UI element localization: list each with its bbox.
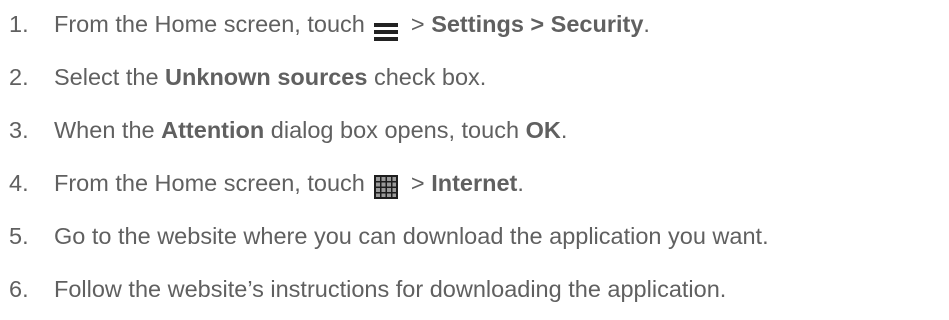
step-number: 3. xyxy=(9,117,29,143)
step-bold-text: Internet xyxy=(431,170,518,196)
step-1: 1. From the Home screen, touch > Settings… xyxy=(9,4,650,44)
step-text-separator: > xyxy=(404,170,432,196)
step-bold-text-2: OK xyxy=(525,117,561,143)
step-text: Follow the website’s instructions for do… xyxy=(54,276,727,302)
step-text-end: . xyxy=(517,170,524,196)
step-3: 3. When the Attention dialog box opens, t… xyxy=(9,110,567,150)
apps-grid-icon xyxy=(374,171,399,199)
step-text: Go to the website where you can download… xyxy=(54,223,769,249)
step-text: From the Home screen, touch xyxy=(54,170,372,196)
step-number: 4. xyxy=(9,170,29,196)
step-text: From the Home screen, touch xyxy=(54,11,372,37)
step-text-end: . xyxy=(560,117,568,143)
step-6: 6. Follow the website’s instructions for … xyxy=(9,269,726,309)
step-text: When the xyxy=(54,117,162,143)
step-5: 5. Go to the website where you can downlo… xyxy=(9,216,769,256)
step-number: 2. xyxy=(9,64,29,90)
step-text-after: check box. xyxy=(367,64,487,90)
step-bold-text: Attention xyxy=(161,117,265,143)
step-text-end: . xyxy=(643,11,650,37)
step-text-separator: > xyxy=(404,11,432,37)
step-bold-text: Settings > Security xyxy=(431,11,644,37)
step-number: 6. xyxy=(9,276,29,302)
menu-icon xyxy=(374,14,399,41)
step-2: 2. Select the Unknown sources check box. xyxy=(9,57,486,97)
step-bold-text: Unknown sources xyxy=(165,64,368,90)
step-text: Select the xyxy=(54,64,166,90)
step-4: 4. From the Home screen, touch > Internet… xyxy=(9,163,524,203)
step-text-middle: dialog box opens, touch xyxy=(264,117,526,143)
step-number: 1. xyxy=(9,11,29,37)
step-number: 5. xyxy=(9,223,29,249)
